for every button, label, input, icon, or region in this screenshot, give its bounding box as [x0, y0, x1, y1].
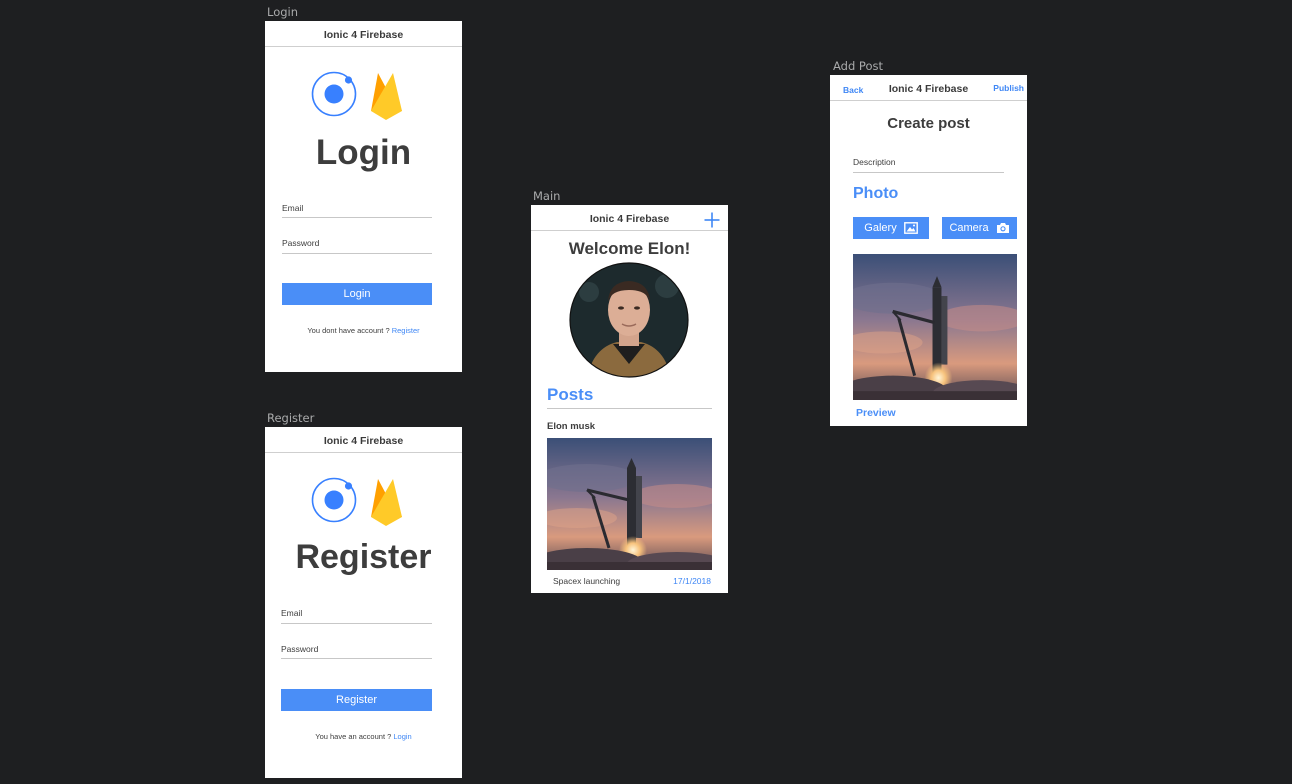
- post-author: Elon musk: [547, 421, 596, 432]
- navbar: Ionic 4 Firebase: [531, 205, 728, 231]
- password-label: Password: [281, 644, 319, 654]
- posts-heading: Posts: [547, 385, 594, 404]
- camera-button-label: Camera: [949, 222, 989, 234]
- artboard-label-login: Login: [267, 5, 299, 19]
- publish-button[interactable]: Publish: [993, 83, 1024, 93]
- welcome-heading: Welcome Elon!: [568, 239, 691, 258]
- artboard-label-register: Register: [267, 411, 315, 425]
- register-link[interactable]: Register: [392, 326, 420, 335]
- login-footer: You dont have account ? Register: [265, 326, 462, 335]
- firebase-logo-icon: [371, 479, 402, 526]
- login-link[interactable]: Login: [393, 732, 411, 741]
- gallery-button[interactable]: Galery: [853, 217, 929, 239]
- camera-button[interactable]: Camera: [942, 217, 1017, 239]
- nav-title: Ionic 4 Firebase: [323, 435, 404, 447]
- post-date: 17/1/2018: [673, 576, 711, 586]
- post-caption: Spacex launching: [553, 576, 621, 586]
- register-screen: Ionic 4 Firebase Register Email Password…: [265, 427, 462, 778]
- password-field[interactable]: [281, 658, 432, 659]
- image-icon: [903, 222, 918, 234]
- nav-title: Ionic 4 Firebase: [323, 29, 404, 41]
- page-title: Login: [315, 133, 412, 172]
- page-title: Register: [295, 538, 432, 576]
- footer-text: You have an account ?: [315, 732, 394, 741]
- logos: [311, 71, 402, 120]
- camera-icon: [996, 223, 1009, 233]
- password-label: Password: [282, 238, 320, 248]
- plus-icon[interactable]: [704, 212, 720, 228]
- register-footer: You have an account ? Login: [265, 732, 462, 741]
- preview-label: Preview: [856, 407, 896, 419]
- nav-title: Ionic 4 Firebase: [589, 213, 670, 225]
- ionic-logo-icon: [311, 71, 357, 117]
- login-screen: Ionic 4 Firebase Login Email Password Lo…: [265, 21, 462, 372]
- navbar: Ionic 4 Firebase: [265, 21, 462, 47]
- ionic-logo-icon: [311, 477, 357, 523]
- photo-preview-image: [853, 254, 1017, 400]
- footer-text: You dont have account ?: [307, 326, 392, 335]
- main-screen: Ionic 4 Firebase Welcome Elon! Posts Elo…: [531, 205, 728, 593]
- navbar: Back Ionic 4 Firebase Publish: [830, 75, 1027, 101]
- description-label: Description: [853, 157, 896, 167]
- email-field[interactable]: [282, 217, 432, 218]
- posts-divider: [547, 408, 712, 409]
- login-button[interactable]: Login: [282, 283, 432, 305]
- email-field[interactable]: [281, 623, 432, 624]
- photo-heading: Photo: [853, 185, 899, 202]
- navbar: Ionic 4 Firebase: [265, 427, 462, 453]
- email-label: Email: [281, 608, 303, 618]
- email-label: Email: [282, 203, 304, 213]
- description-field[interactable]: [853, 172, 1004, 173]
- page-title: Create post: [887, 115, 970, 132]
- avatar: [569, 262, 689, 378]
- artboard-label-main: Main: [533, 189, 561, 203]
- post-image[interactable]: [547, 438, 712, 570]
- logos: [311, 477, 402, 526]
- password-field[interactable]: [282, 253, 432, 254]
- add-post-screen: Back Ionic 4 Firebase Publish Create pos…: [830, 75, 1027, 426]
- artboard-label-add-post: Add Post: [833, 59, 883, 73]
- register-button[interactable]: Register: [281, 689, 432, 711]
- firebase-logo-icon: [371, 73, 402, 120]
- gallery-button-label: Galery: [864, 222, 897, 234]
